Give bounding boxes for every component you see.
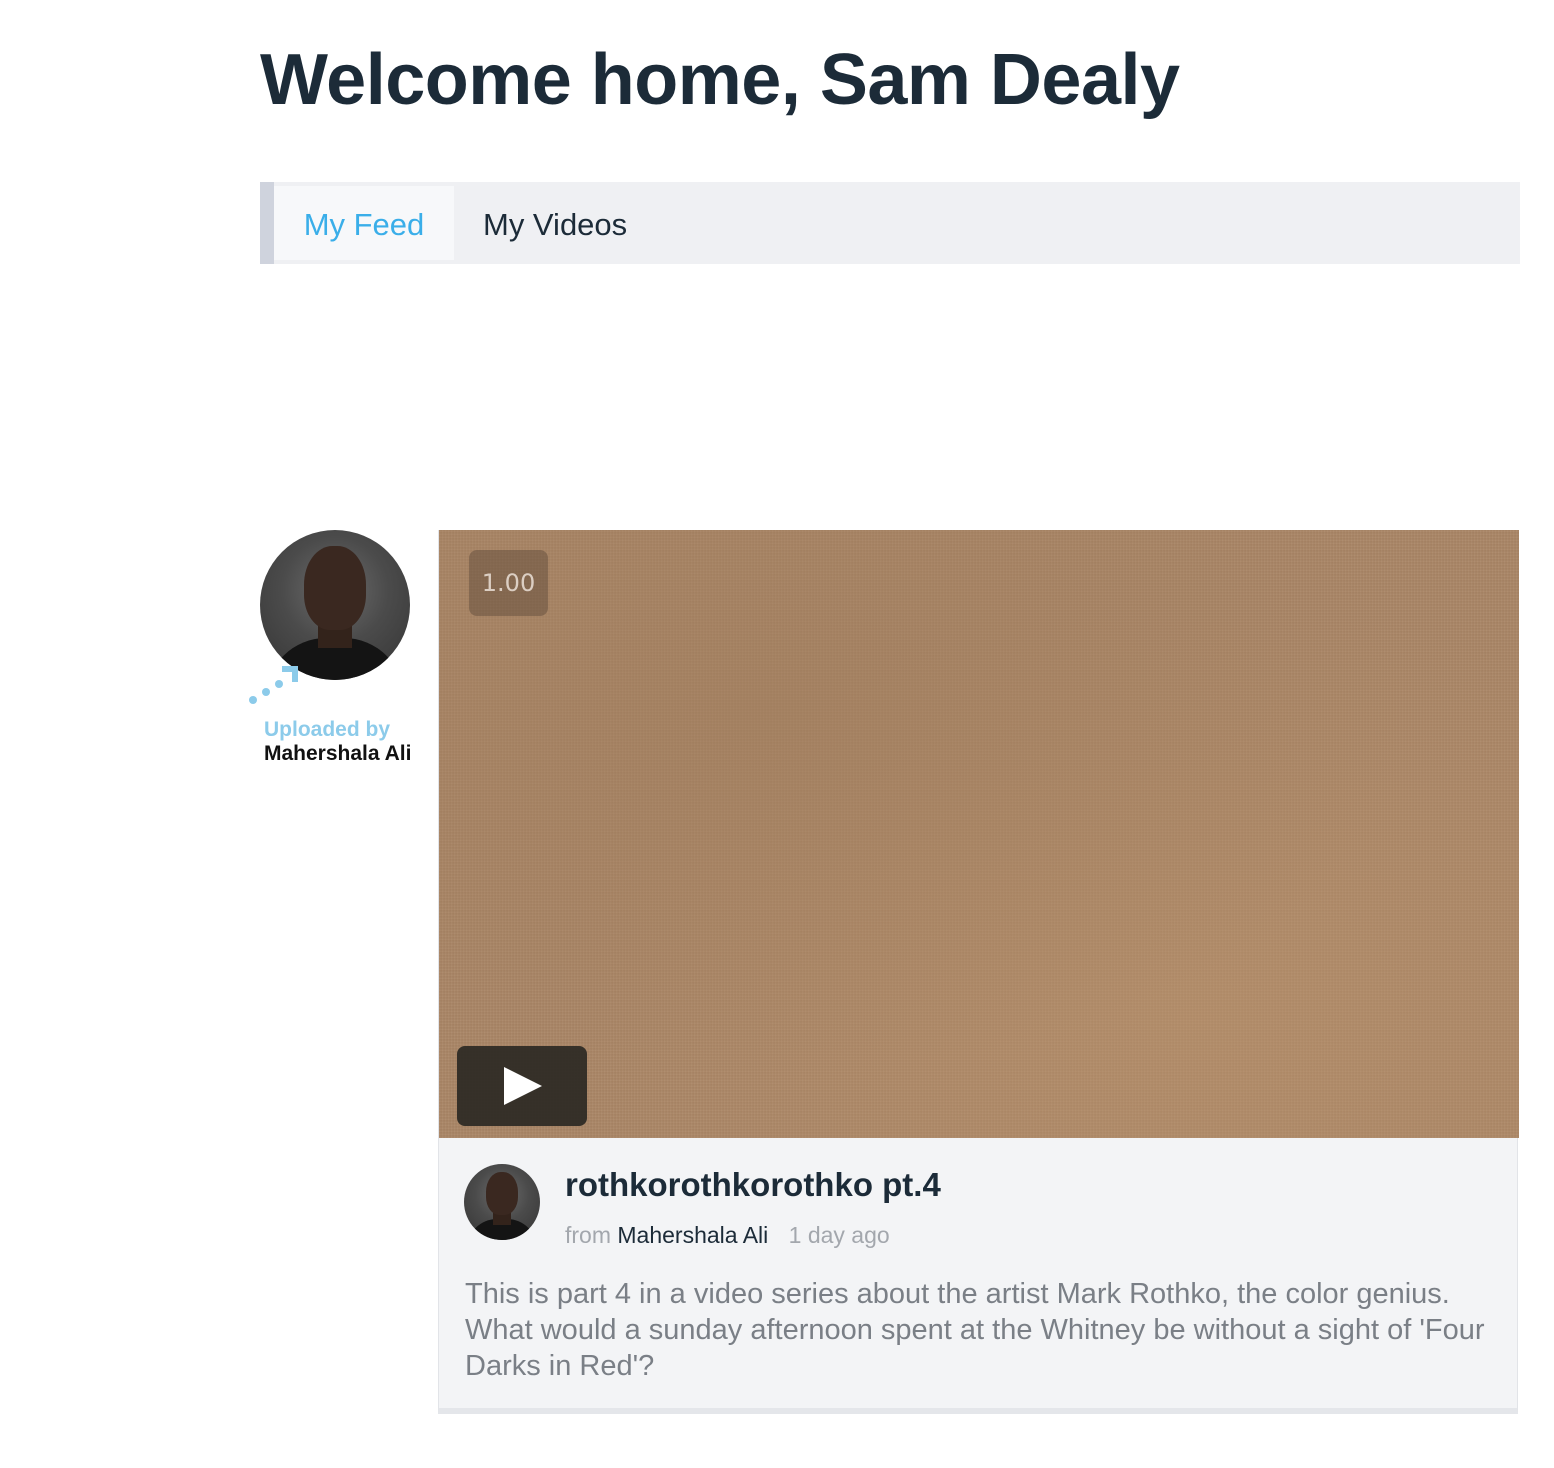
upload-time: 1 day ago: [788, 1222, 890, 1248]
tab-my-videos[interactable]: My Videos: [483, 186, 627, 260]
video-card: 1.00 rothkorothkorothko pt.4 from Mahers…: [438, 530, 1519, 1414]
play-button[interactable]: [457, 1046, 587, 1126]
uploader-name[interactable]: Mahershala Ali: [264, 742, 411, 766]
tab-bar: My Feed My Videos: [260, 182, 1520, 264]
video-player[interactable]: 1.00: [439, 530, 1519, 1138]
uploader-avatar[interactable]: [260, 530, 410, 680]
from-label: from: [565, 1222, 611, 1248]
upload-arrow-icon: [249, 666, 298, 704]
author-avatar[interactable]: [464, 1164, 540, 1240]
video-title[interactable]: rothkorothkorothko pt.4: [565, 1166, 941, 1204]
author-link[interactable]: Mahershala Ali: [617, 1222, 768, 1248]
tab-my-feed[interactable]: My Feed: [274, 186, 454, 260]
video-description: This is part 4 in a video series about t…: [465, 1278, 1485, 1382]
uploaded-by-label: Uploaded by: [264, 718, 391, 741]
video-meta: from Mahershala Ali 1 day ago: [565, 1222, 890, 1249]
playback-speed-button[interactable]: 1.00: [469, 550, 548, 616]
page-title: Welcome home, Sam Dealy: [260, 40, 1180, 120]
play-icon: [504, 1067, 542, 1105]
